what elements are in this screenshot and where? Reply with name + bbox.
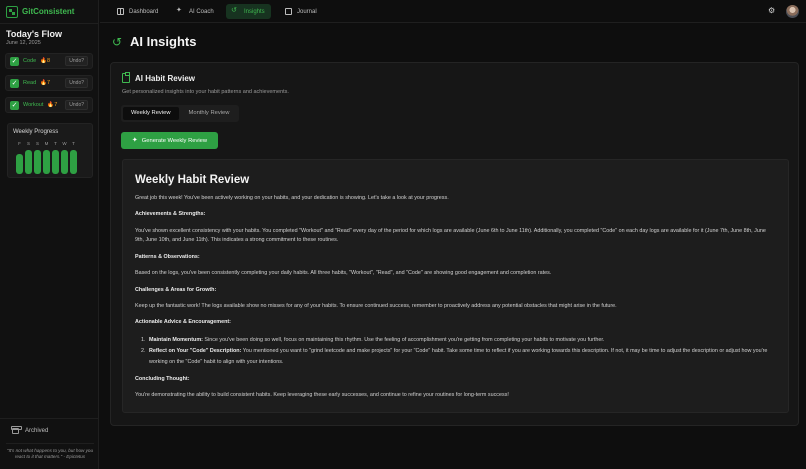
archived-link[interactable]: Archived — [0, 418, 99, 442]
day-label: S — [26, 141, 30, 146]
nav-ai-coach[interactable]: AI Coach — [171, 4, 220, 19]
day-label: W — [62, 141, 67, 146]
archive-icon — [11, 425, 22, 434]
section-heading: Achievements & Strengths: — [135, 211, 206, 218]
generate-weekly-review-button[interactable]: ✦ Generate Weekly Review — [121, 132, 218, 149]
todays-flow-title: Today's Flow — [6, 29, 62, 39]
habit-item-code: ✓ Code 🔥8 Undo? — [5, 53, 93, 69]
list-item: Maintain Momentum: Since you've been doi… — [147, 335, 776, 346]
gear-icon[interactable]: ⚙ — [768, 7, 776, 15]
section-heading: Patterns & Observations: — [135, 253, 200, 260]
card-title: AI Habit Review — [135, 73, 196, 83]
checkbox-checked-icon[interactable]: ✓ — [10, 78, 19, 88]
card-subtitle: Get personalized insights into your habi… — [122, 89, 289, 95]
sparkles-icon — [176, 6, 184, 15]
sparkles-icon: ✦ — [131, 137, 138, 144]
top-nav: Dashboard AI Coach Insights Journal ⚙ — [100, 0, 806, 23]
nav-label: AI Coach — [189, 8, 214, 15]
brand[interactable]: GitConsistent — [6, 5, 74, 18]
streak-count: 🔥7 — [40, 80, 51, 86]
habit-name: Workout — [23, 102, 44, 108]
section-heading: Actionable Advice & Encouragement: — [135, 319, 231, 326]
tab-monthly-review[interactable]: Monthly Review — [181, 107, 238, 120]
section-text: Keep up the fantastic work! The logs ava… — [135, 302, 617, 309]
progress-bar — [16, 154, 23, 174]
progress-bar — [43, 150, 50, 174]
card-header: AI Habit Review — [122, 72, 196, 83]
habit-item-workout: ✓ Workout 🔥7 Undo? — [5, 97, 93, 113]
weekly-progress-days: F S S M T W T — [16, 141, 77, 146]
day-label: S — [35, 141, 39, 146]
app-name: GitConsistent — [22, 7, 75, 16]
review-intro: Great job this week! You've been activel… — [135, 195, 449, 201]
flame-icon: 🔥 — [40, 80, 48, 86]
nav-insights[interactable]: Insights — [226, 4, 271, 19]
section-text: You've shown excellent consistency with … — [135, 227, 766, 244]
section-heading: Concluding Thought: — [135, 375, 190, 382]
review-tabs: Weekly Review Monthly Review — [121, 105, 240, 122]
streak-count: 🔥8 — [40, 58, 51, 64]
undo-button[interactable]: Undo? — [65, 56, 88, 66]
section-text: Based on the logs, you've been consisten… — [135, 270, 552, 277]
progress-bar — [34, 150, 41, 174]
checkbox-checked-icon[interactable]: ✓ — [10, 56, 19, 66]
nav-label: Journal — [297, 8, 317, 15]
section-text: You're demonstrating the ability to buil… — [135, 391, 509, 398]
day-label: T — [54, 141, 57, 146]
progress-bar — [70, 150, 77, 174]
habit-name: Read — [23, 80, 37, 86]
button-label: Generate Weekly Review — [141, 137, 208, 144]
progress-bar — [61, 150, 68, 174]
insights-icon: ↺ — [112, 34, 123, 49]
day-label: F — [18, 141, 21, 146]
weekly-progress-bars — [16, 148, 77, 174]
habit-name: Code — [23, 58, 37, 64]
nav-journal[interactable]: Journal — [279, 4, 323, 19]
archived-label: Archived — [25, 427, 49, 434]
advice-list: Maintain Momentum: Since you've been doi… — [147, 335, 776, 368]
day-label: M — [44, 141, 49, 146]
habit-item-read: ✓ Read 🔥7 Undo? — [5, 75, 93, 91]
review-title: Weekly Habit Review — [135, 174, 250, 186]
sidebar: GitConsistent Today's Flow June 12, 2025… — [0, 0, 99, 469]
footer-quote: "It's not what happens to you, but how y… — [6, 443, 94, 460]
clipboard-icon — [122, 72, 130, 83]
avatar[interactable] — [786, 5, 799, 18]
day-label: T — [72, 141, 75, 146]
streak-count: 🔥7 — [47, 102, 58, 108]
progress-bar — [52, 150, 59, 174]
insights-icon — [231, 6, 239, 15]
todays-flow-date: June 12, 2025 — [6, 40, 41, 46]
nav-dashboard[interactable]: Dashboard — [111, 4, 164, 19]
checkbox-checked-icon[interactable]: ✓ — [10, 100, 19, 110]
weekly-progress-card: Weekly Progress F S S M T W T — [7, 123, 93, 178]
ai-habit-review-card: AI Habit Review Get personalized insight… — [110, 62, 799, 426]
review-output: Weekly Habit Review Great job this week!… — [122, 159, 789, 413]
sidebar-divider — [0, 23, 99, 24]
nav-label: Insights — [244, 8, 265, 15]
undo-button[interactable]: Undo? — [65, 100, 88, 110]
flame-icon: 🔥 — [40, 58, 48, 64]
dashboard-icon — [117, 8, 124, 15]
weekly-progress-title: Weekly Progress — [13, 129, 59, 135]
list-item: Reflect on Your "Code" Description: You … — [147, 346, 776, 368]
page-header: ↺ AI Insights — [112, 34, 196, 49]
section-heading: Challenges & Areas for Growth: — [135, 286, 217, 293]
nav-label: Dashboard — [129, 8, 159, 15]
tab-weekly-review[interactable]: Weekly Review — [123, 107, 179, 120]
undo-button[interactable]: Undo? — [65, 78, 88, 88]
journal-icon — [285, 8, 292, 15]
logo-icon — [6, 5, 18, 18]
page-title: AI Insights — [130, 34, 197, 49]
progress-bar — [25, 150, 32, 174]
